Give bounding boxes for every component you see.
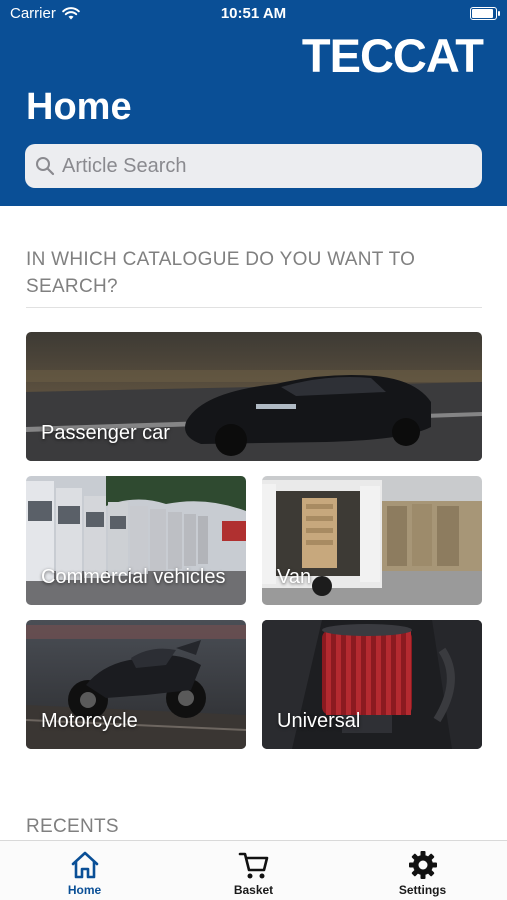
search-bar[interactable] xyxy=(25,144,482,188)
tab-label: Basket xyxy=(233,883,274,897)
tab-label: Home xyxy=(67,883,102,897)
recents-section-title: RECENTS xyxy=(26,816,119,837)
tab-home[interactable]: Home xyxy=(0,841,169,900)
tile-label: Motorcycle xyxy=(41,710,138,732)
header: Carrier 10:51 AM TECCAT Home xyxy=(0,0,507,206)
clock: 10:51 AM xyxy=(220,5,287,22)
status-bar: Carrier 10:51 AM xyxy=(0,0,507,30)
tab-basket[interactable]: Basket xyxy=(169,841,338,900)
tile-van[interactable]: Van xyxy=(262,476,482,605)
tile-label: Van xyxy=(277,566,312,588)
tile-label: Commercial vehicles xyxy=(41,566,226,588)
tile-motorcycle[interactable]: Motorcycle xyxy=(26,620,246,749)
search-icon xyxy=(36,157,55,176)
tile-passenger-car[interactable]: Passenger car xyxy=(26,332,482,461)
search-input[interactable] xyxy=(62,144,472,188)
catalogue-section-title: IN WHICH CATALOGUE DO YOU WANT TO SEARCH… xyxy=(26,249,416,297)
tab-label: Settings xyxy=(398,883,447,897)
tab-bar: Home Basket Settings xyxy=(0,840,507,900)
gear-icon xyxy=(408,851,437,879)
tile-label: Universal xyxy=(277,710,361,732)
brand-logo: TECCAT xyxy=(301,29,484,82)
section-divider xyxy=(26,307,482,308)
tile-commercial-vehicles[interactable]: Commercial vehicles xyxy=(26,476,246,605)
tab-settings[interactable]: Settings xyxy=(338,841,507,900)
page-title: Home xyxy=(26,86,132,128)
home-icon xyxy=(71,851,98,879)
cart-icon xyxy=(238,852,268,879)
tile-universal[interactable]: Universal xyxy=(262,620,482,749)
battery-icon xyxy=(470,7,500,20)
tile-label: Passenger car xyxy=(41,422,170,444)
